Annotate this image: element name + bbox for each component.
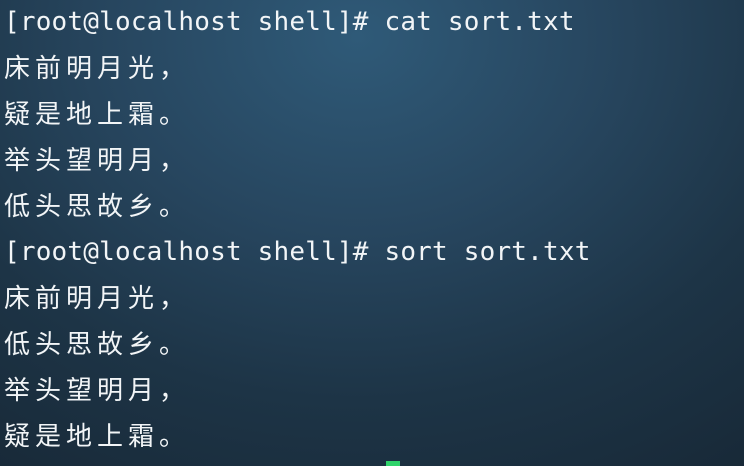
output-line: 疑是地上霜。 bbox=[4, 100, 191, 130]
output-line: 床前明月光， bbox=[4, 284, 191, 314]
output-line: 低头思故乡。 bbox=[4, 192, 191, 222]
terminal-window[interactable]: [root@localhost shell]# cat sort.txt 床前明… bbox=[0, 0, 744, 466]
output-line: 举头望明月， bbox=[4, 146, 191, 176]
command-line-sort: [root@localhost shell]# sort sort.txt bbox=[4, 237, 591, 267]
output-line: 床前明月光， bbox=[4, 54, 191, 84]
command-line-cat: [root@localhost shell]# cat sort.txt bbox=[4, 7, 575, 37]
output-line: 疑是地上霜。 bbox=[4, 422, 191, 452]
output-line: 举头望明月， bbox=[4, 376, 191, 406]
output-line: 低头思故乡。 bbox=[4, 330, 191, 360]
terminal-cursor bbox=[386, 461, 400, 466]
